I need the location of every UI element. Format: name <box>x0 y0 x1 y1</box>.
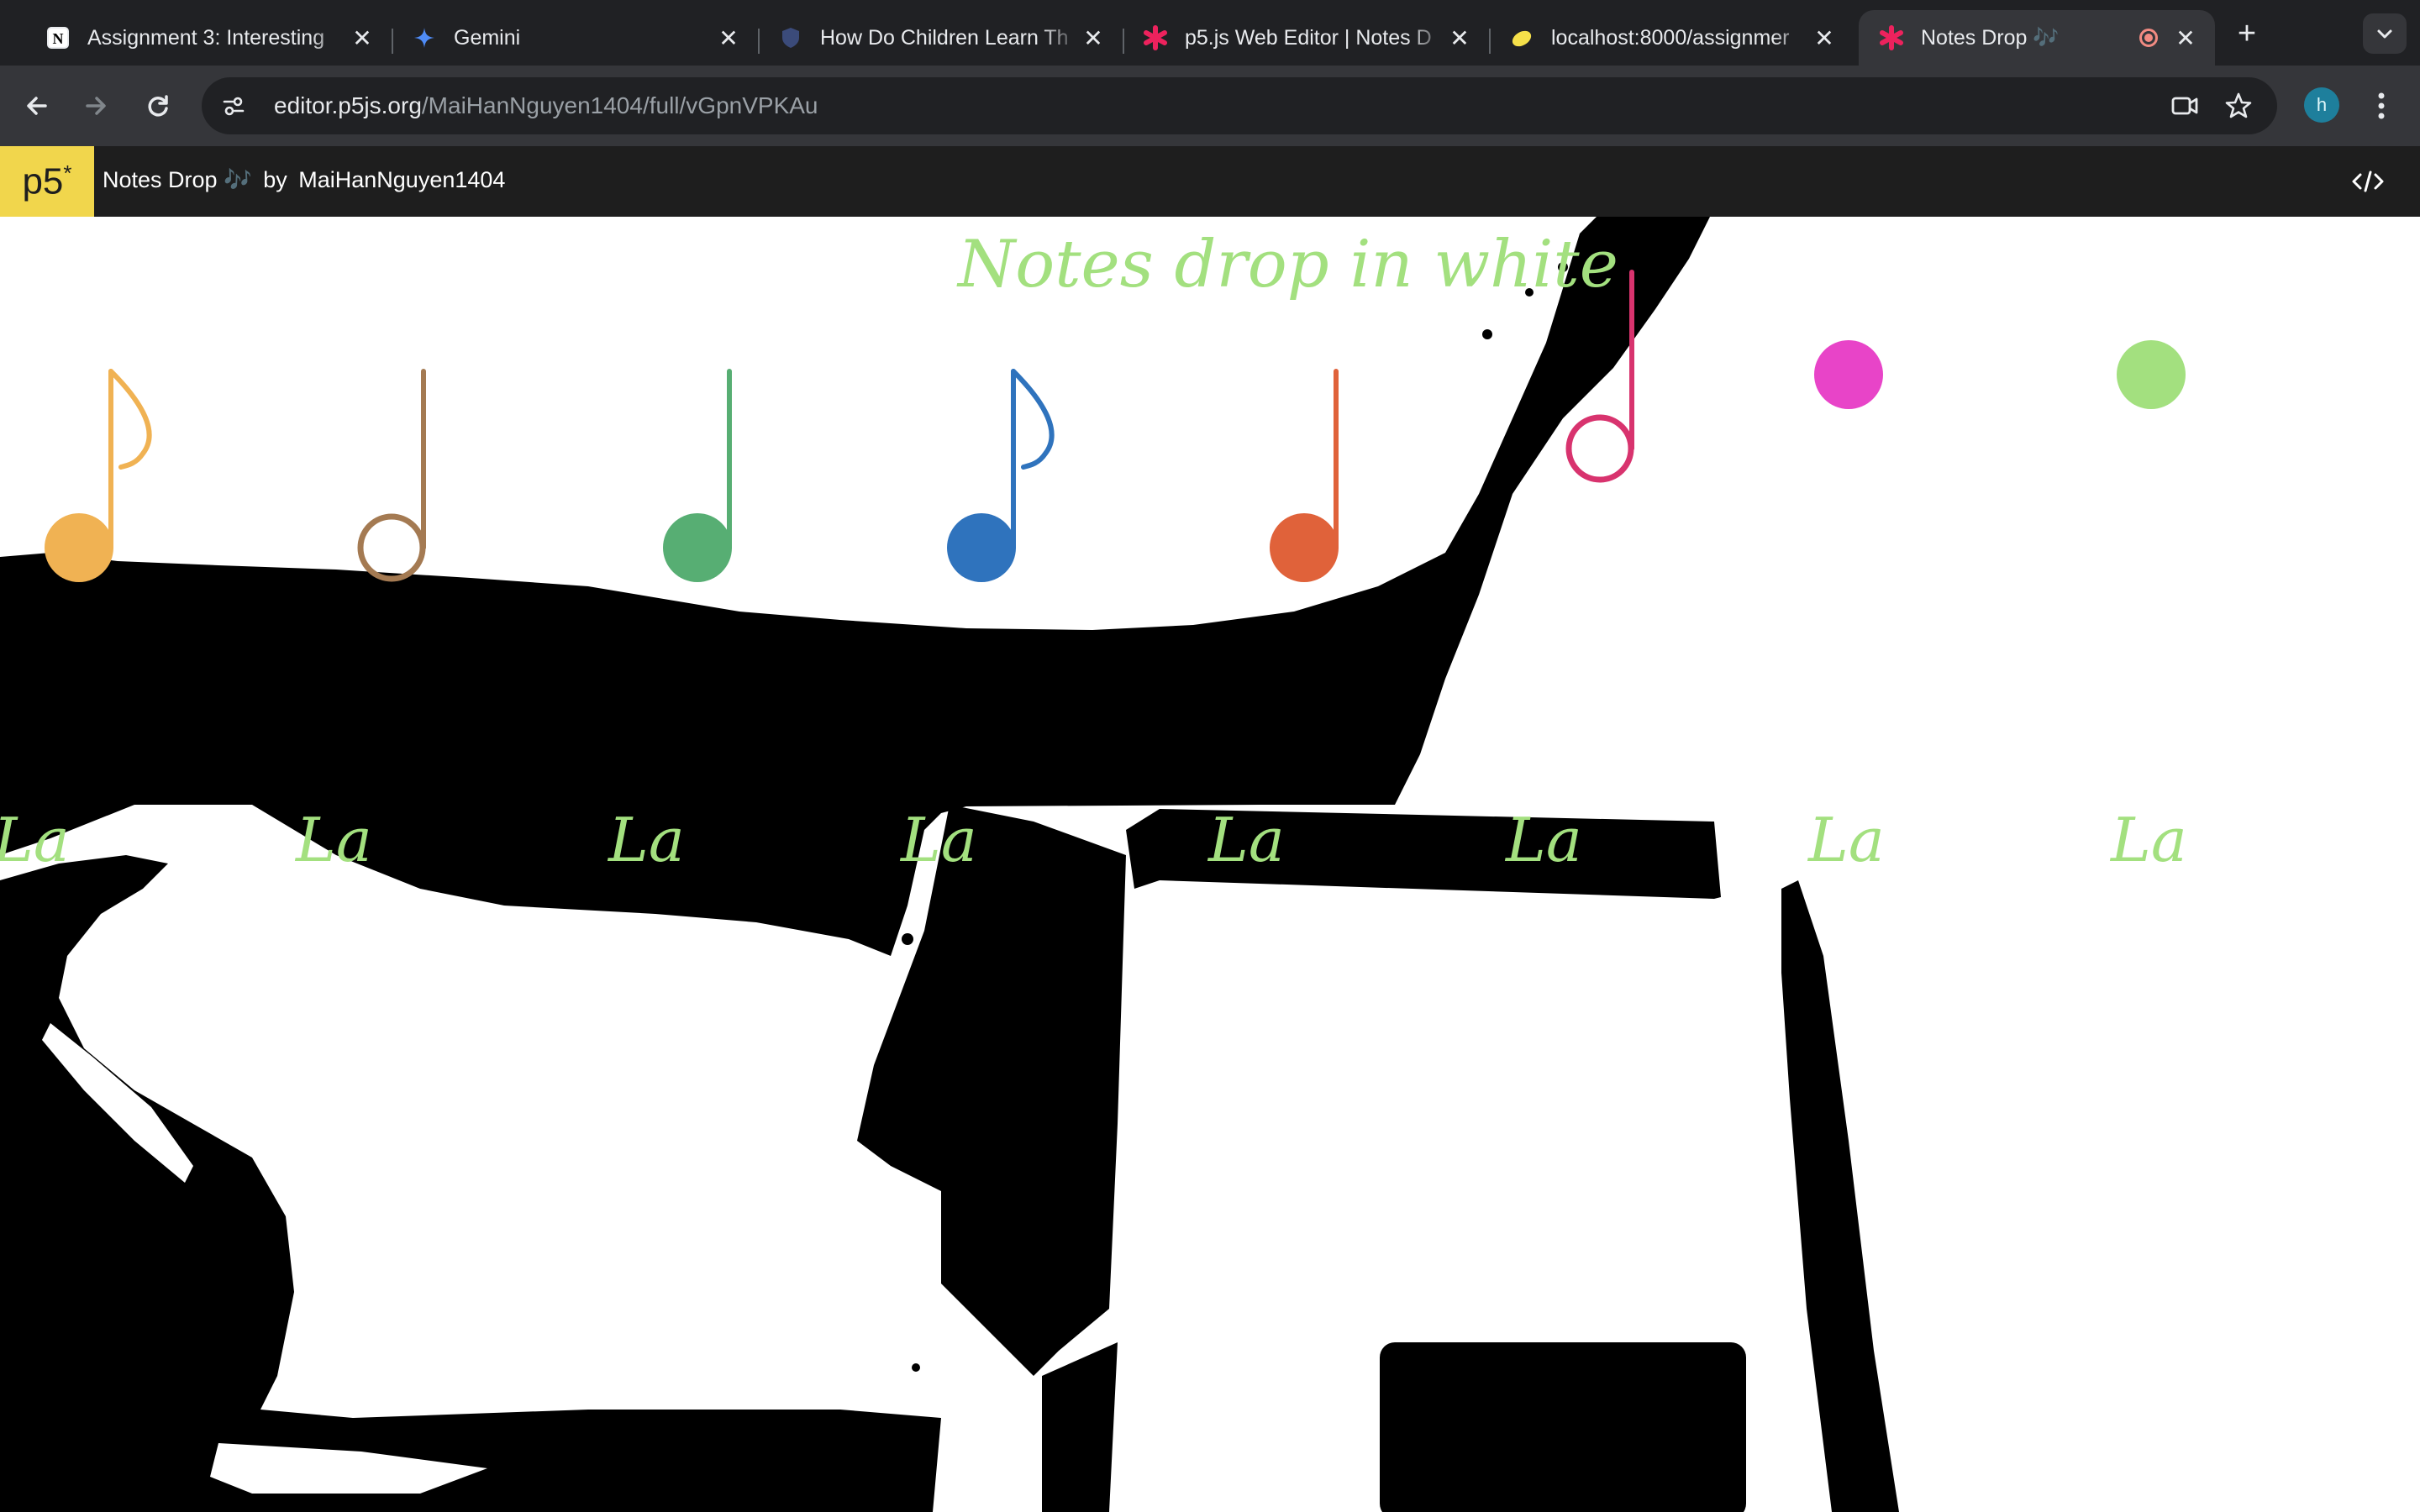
close-icon[interactable]: ✕ <box>716 25 741 51</box>
kebab-menu-icon[interactable] <box>2365 86 2398 126</box>
tab-title: Notes Drop 🎶 <box>1921 25 2060 50</box>
gemini-icon <box>412 25 437 50</box>
silhouette-lower-center <box>1042 1342 1118 1512</box>
canvas-heading: Notes drop in white <box>958 227 1618 302</box>
forward-button[interactable] <box>76 86 116 126</box>
bookmark-star-icon[interactable] <box>2218 86 2259 126</box>
author-link[interactable]: MaiHanNguyen1404 <box>298 167 505 192</box>
p5-asterisk-icon <box>1143 25 1168 50</box>
p5-asterisk-icon <box>1879 25 1904 50</box>
silhouette-left <box>0 855 941 1512</box>
lemon-icon <box>1509 25 1534 50</box>
chevron-down-icon <box>2377 29 2392 39</box>
profile-avatar[interactable]: h <box>2304 87 2339 123</box>
p5-header: p5* Notes Drop 🎶 by MaiHanNguyen1404 <box>0 146 2420 217</box>
la-label: La <box>901 805 977 875</box>
camera-icon[interactable] <box>2165 86 2205 126</box>
tab-title: Assignment 3: Interesting <box>87 25 325 50</box>
by-label: by <box>263 167 287 192</box>
arrow-right-icon <box>86 97 106 115</box>
tab-assignment-3[interactable]: N Assignment 3: Interesting ✕ <box>25 10 393 66</box>
tab-notes-drop[interactable]: Notes Drop 🎶 ✕ <box>1859 10 2215 66</box>
p5-logo-mark: * <box>63 160 72 186</box>
close-icon[interactable]: ✕ <box>1812 25 1837 51</box>
tab-title: p5.js Web Editor | Notes D <box>1185 25 1432 50</box>
tab-how-do-children[interactable]: How Do Children Learn Th ✕ <box>758 10 1124 66</box>
address-bar[interactable]: editor.p5js.org/MaiHanNguyen1404/full/vG… <box>202 77 2277 134</box>
url-domain: editor.p5js.org <box>274 92 422 118</box>
tab-search-button[interactable] <box>2363 13 2407 54</box>
tab-p5-web-editor[interactable]: p5.js Web Editor | Notes D ✕ <box>1123 10 1491 66</box>
back-button[interactable] <box>17 86 57 126</box>
new-tab-button[interactable]: + <box>2227 16 2267 51</box>
code-view-icon[interactable] <box>2349 163 2386 200</box>
close-icon[interactable]: ✕ <box>350 25 375 51</box>
browser-toolbar: editor.p5js.org/MaiHanNguyen1404/full/vG… <box>0 66 2420 146</box>
notes-layer <box>45 270 2186 582</box>
tab-gemini[interactable]: Gemini ✕ <box>392 10 760 66</box>
silhouette-right-bar <box>1781 880 1899 1512</box>
arrow-left-icon <box>27 97 47 115</box>
p5-logo[interactable]: p5* <box>0 146 94 217</box>
music-note-icon <box>45 369 152 582</box>
note-dot <box>2117 340 2186 409</box>
p5-logo-text: p5 <box>22 160 64 202</box>
la-label: La <box>296 805 372 875</box>
music-note-icon <box>947 369 1055 582</box>
site-info-icon[interactable] <box>212 84 255 128</box>
music-note-icon <box>1270 369 1339 582</box>
notion-icon: N <box>45 25 71 50</box>
url-path: /MaiHanNguyen1404/full/vGpnVPKAu <box>421 92 818 118</box>
la-label: La <box>0 805 70 875</box>
la-label: La <box>1506 805 1582 875</box>
close-icon[interactable]: ✕ <box>1081 25 1106 51</box>
sketch-name: Notes Drop 🎶 <box>103 167 252 192</box>
tab-title: How Do Children Learn Th <box>820 25 1069 50</box>
la-label: La <box>1208 805 1285 875</box>
sketch-canvas[interactable]: Notes drop in white La La La La La La La… <box>0 217 2420 1512</box>
svg-text:N: N <box>53 30 64 47</box>
reload-icon <box>148 95 168 117</box>
tab-localhost[interactable]: localhost:8000/assignmer ✕ <box>1489 10 1854 66</box>
tab-strip: N Assignment 3: Interesting ✕ Gemini ✕ H… <box>0 0 2420 67</box>
reload-button[interactable] <box>138 86 178 126</box>
sketch-title: Notes Drop 🎶 by MaiHanNguyen1404 <box>103 166 505 193</box>
silhouette-bottom-rect <box>1380 1342 1746 1512</box>
la-label: La <box>2111 805 2187 875</box>
music-note-icon <box>663 369 732 582</box>
tab-title: Gemini <box>454 25 521 50</box>
recording-icon <box>2139 29 2158 47</box>
tab-title: localhost:8000/assignmer <box>1551 25 1790 50</box>
close-icon[interactable]: ✕ <box>2173 25 2198 51</box>
music-note-icon <box>357 369 426 582</box>
note-dot <box>1814 340 1883 409</box>
la-label: La <box>1808 805 1885 875</box>
close-icon[interactable]: ✕ <box>1447 25 1472 51</box>
la-label: La <box>608 805 685 875</box>
url-text: editor.p5js.org/MaiHanNguyen1404/full/vG… <box>274 92 818 119</box>
shield-icon <box>778 25 803 50</box>
